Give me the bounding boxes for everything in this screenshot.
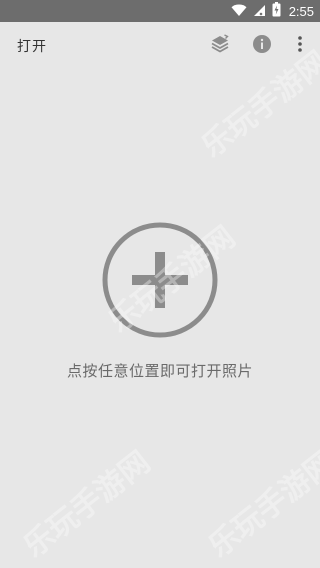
open-photo-area[interactable]: 点按任意位置即可打开照片 — [0, 70, 320, 568]
more-options-button[interactable] — [288, 34, 312, 58]
add-photo-button[interactable] — [102, 222, 218, 338]
wifi-icon — [231, 2, 247, 21]
add-circle-icon — [102, 222, 218, 342]
more-vert-icon — [297, 35, 303, 57]
open-title[interactable]: 打开 — [17, 36, 47, 56]
status-bar: 2:55 — [0, 0, 320, 22]
layers-sync-button[interactable] — [208, 34, 232, 58]
open-photo-hint: 点按任意位置即可打开照片 — [66, 362, 253, 380]
battery-icon — [272, 1, 281, 21]
layers-sync-icon — [210, 34, 230, 58]
signal-icon — [253, 2, 266, 21]
info-icon — [252, 34, 272, 58]
status-time: 2:55 — [288, 3, 314, 19]
app-bar: 打开 — [0, 22, 320, 70]
info-button[interactable] — [250, 34, 274, 58]
status-icons: 2:55 — [231, 0, 314, 22]
